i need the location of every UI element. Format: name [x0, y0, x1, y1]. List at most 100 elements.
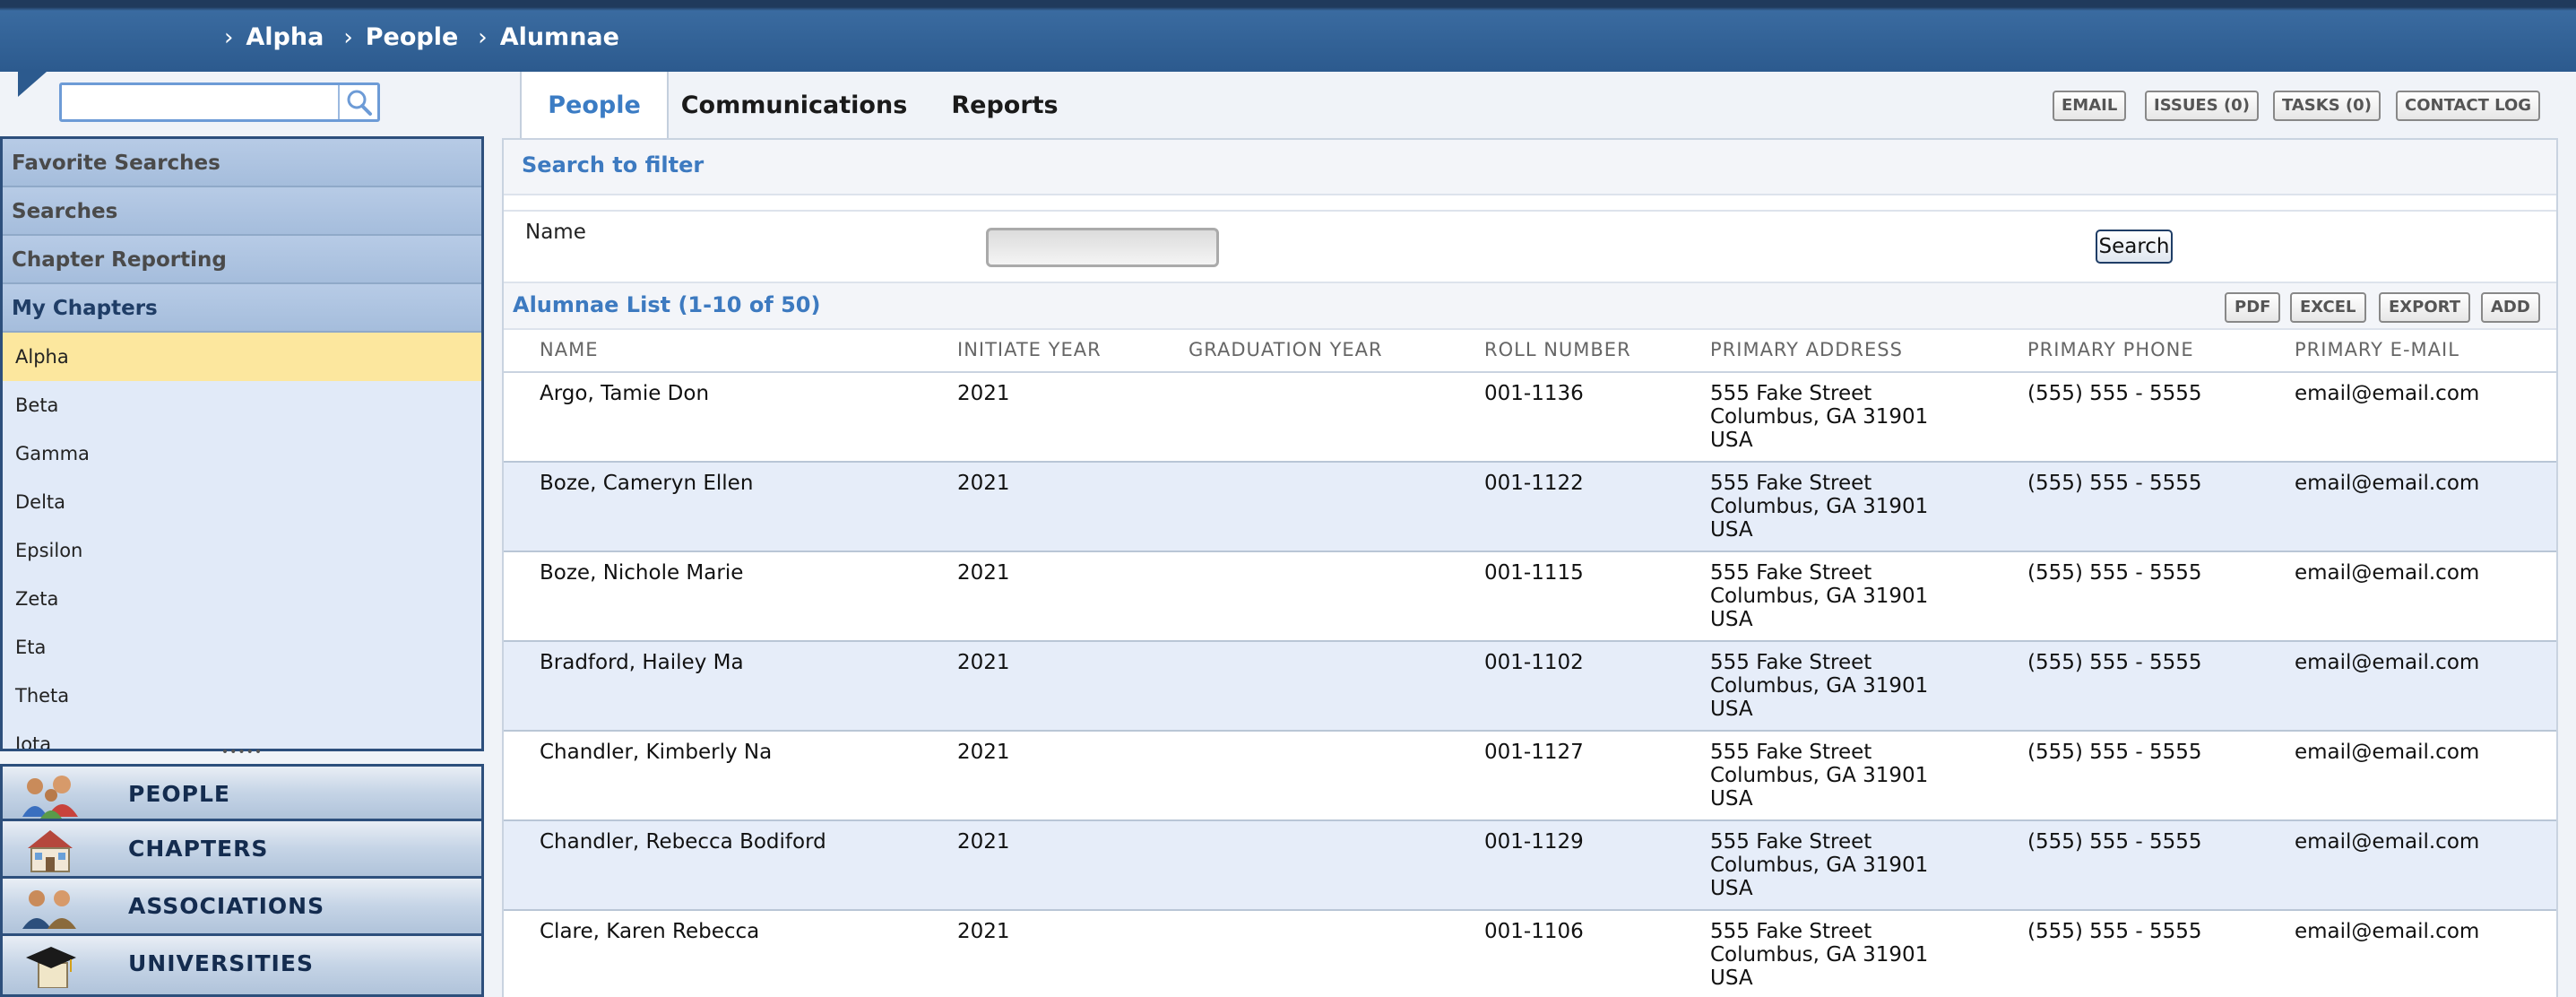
sidebar-search-button[interactable]	[338, 85, 377, 119]
cell-name[interactable]: Argo, Tamie Don	[540, 382, 709, 405]
address-line: 555 Fake Street	[1710, 651, 1872, 674]
col-primary-address[interactable]: PRIMARY ADDRESS	[1710, 339, 1903, 360]
nav-chapters-label: CHAPTERS	[128, 836, 269, 862]
cell-primary-email: email@email.com	[2295, 472, 2480, 495]
tasks-button[interactable]: TASKS (0)	[2273, 91, 2381, 121]
cell-primary-email: email@email.com	[2295, 382, 2480, 405]
cell-name[interactable]: Chandler, Kimberly Na	[540, 741, 772, 764]
address-line: 555 Fake Street	[1710, 920, 1872, 943]
address-line: 555 Fake Street	[1710, 830, 1872, 854]
sidebar-searches[interactable]: Searches	[3, 187, 481, 236]
cell-primary-address: 555 Fake Street Columbus, GA 31901 USA	[1710, 830, 1928, 900]
address-line: Columbus, GA 31901	[1710, 854, 1929, 877]
nav-people[interactable]: PEOPLE	[0, 764, 484, 821]
cell-name[interactable]: Clare, Karen Rebecca	[540, 920, 759, 943]
email-button[interactable]: EMAIL	[2053, 91, 2127, 121]
table-row[interactable]: Argo, Tamie Don 2021 001-1136 555 Fake Stre…	[504, 373, 2556, 463]
cell-name[interactable]: Bradford, Hailey Ma	[540, 651, 744, 674]
cell-initiate-year: 2021	[957, 920, 1010, 943]
cell-primary-address: 555 Fake Street Columbus, GA 31901 USA	[1710, 382, 1928, 452]
cell-primary-phone: (555) 555 - 5555	[2027, 651, 2202, 674]
tab-people[interactable]: People	[520, 72, 669, 140]
table-row[interactable]: Boze, Cameryn Ellen 2021 001-1122 555 Fake …	[504, 463, 2556, 552]
sidebar-item-alpha[interactable]: Alpha	[3, 333, 481, 381]
sidebar-chapter-reporting[interactable]: Chapter Reporting	[3, 236, 481, 284]
address-line: USA	[1710, 787, 1753, 811]
cell-primary-email: email@email.com	[2295, 651, 2480, 674]
chevron-right-icon: ›	[224, 24, 234, 51]
cell-name[interactable]: Boze, Cameryn Ellen	[540, 472, 753, 495]
sidebar-item-eta[interactable]: Eta	[3, 623, 481, 672]
sidebar-search-input[interactable]	[62, 85, 338, 119]
col-primary-phone[interactable]: PRIMARY PHONE	[2027, 339, 2194, 360]
address-line: USA	[1710, 967, 1753, 990]
address-line: 555 Fake Street	[1710, 472, 1872, 495]
nav-universities-label: UNIVERSITIES	[128, 950, 314, 976]
cell-primary-phone: (555) 555 - 5555	[2027, 472, 2202, 495]
table-row[interactable]: Chandler, Rebecca Bodiford 2021 001-1129 55…	[504, 821, 2556, 911]
sidebar-item-epsilon[interactable]: Epsilon	[3, 526, 481, 575]
filter-spacer	[504, 195, 2556, 212]
nav-associations[interactable]: ASSOCIATIONS	[0, 879, 484, 936]
cell-initiate-year: 2021	[957, 741, 1010, 764]
add-button[interactable]: ADD	[2481, 292, 2540, 323]
nav-universities[interactable]: UNIVERSITIES	[0, 936, 484, 997]
sidebar-item-theta[interactable]: Theta	[3, 672, 481, 720]
sidebar-item-delta[interactable]: Delta	[3, 478, 481, 526]
main-content: Search to filter Name Search Alumnae Lis…	[502, 138, 2558, 997]
issues-button[interactable]: ISSUES (0)	[2145, 91, 2259, 121]
cell-name[interactable]: Boze, Nichole Marie	[540, 561, 743, 585]
table-row[interactable]: Chandler, Kimberly Na 2021 001-1127 555 Fak…	[504, 732, 2556, 821]
cell-primary-phone: (555) 555 - 5555	[2027, 830, 2202, 854]
sidebar-item-gamma[interactable]: Gamma	[3, 429, 481, 478]
sidebar-item-zeta[interactable]: Zeta	[3, 575, 481, 623]
name-field[interactable]	[986, 228, 1219, 267]
cell-primary-address: 555 Fake Street Columbus, GA 31901 USA	[1710, 651, 1928, 721]
cell-name[interactable]: Chandler, Rebecca Bodiford	[540, 830, 826, 854]
filter-row: Name Search	[504, 212, 2556, 283]
export-button[interactable]: EXPORT	[2379, 292, 2470, 323]
cell-primary-address: 555 Fake Street Columbus, GA 31901 USA	[1710, 472, 1928, 542]
cell-initiate-year: 2021	[957, 830, 1010, 854]
cell-primary-phone: (555) 555 - 5555	[2027, 920, 2202, 943]
address-line: 555 Fake Street	[1710, 741, 1872, 764]
sidebar-my-chapters[interactable]: My Chapters	[3, 284, 481, 333]
tab-communications[interactable]: Communications	[669, 72, 920, 140]
cell-primary-email: email@email.com	[2295, 920, 2480, 943]
graduation-cap-icon	[26, 947, 76, 988]
col-initiate-year[interactable]: INITIATE YEAR	[957, 339, 1102, 360]
chapter-house-icon	[28, 830, 73, 872]
col-graduation-year[interactable]: GRADUATION YEAR	[1189, 339, 1383, 360]
nav-people-label: PEOPLE	[128, 781, 230, 807]
table-row[interactable]: Bradford, Hailey Ma 2021 001-1102 555 Fake …	[504, 642, 2556, 732]
address-line: 555 Fake Street	[1710, 561, 1872, 585]
breadcrumb: › Alpha › People › Alumnae	[224, 22, 639, 54]
col-primary-email[interactable]: PRIMARY E-MAIL	[2295, 339, 2459, 360]
cell-primary-phone: (555) 555 - 5555	[2027, 561, 2202, 585]
table-row[interactable]: Clare, Karen Rebecca 2021 001-1106 555 Fake…	[504, 911, 2556, 997]
breadcrumb-alumnae: Alumnae	[499, 23, 619, 51]
header-notch	[18, 72, 47, 97]
sidebar-favorite-searches[interactable]: Favorite Searches	[3, 139, 481, 187]
address-line: USA	[1710, 429, 1753, 452]
nav-chapters[interactable]: CHAPTERS	[0, 821, 484, 879]
breadcrumb-alpha[interactable]: Alpha	[246, 22, 324, 54]
col-name[interactable]: NAME	[540, 339, 598, 360]
filter-header: Search to filter	[504, 140, 2556, 195]
col-roll-number[interactable]: ROLL NUMBER	[1484, 339, 1631, 360]
cell-roll-number: 001-1129	[1484, 830, 1584, 854]
sidebar-resize-handle[interactable]: •••••	[0, 746, 484, 762]
contact-log-button[interactable]: CONTACT LOG	[2396, 91, 2541, 121]
breadcrumb-people[interactable]: People	[366, 22, 459, 54]
excel-button[interactable]: EXCEL	[2290, 292, 2366, 323]
cell-roll-number: 001-1136	[1484, 382, 1584, 405]
filter-title[interactable]: Search to filter	[522, 152, 704, 178]
sidebar: Favorite Searches Searches Chapter Repor…	[0, 136, 484, 751]
sidebar-item-beta[interactable]: Beta	[3, 381, 481, 429]
tab-reports[interactable]: Reports	[920, 72, 1090, 140]
table-row[interactable]: Boze, Nichole Marie 2021 001-1115 555 Fake …	[504, 552, 2556, 642]
search-button[interactable]: Search	[2096, 230, 2173, 264]
pdf-button[interactable]: PDF	[2225, 292, 2281, 323]
address-line: USA	[1710, 518, 1753, 542]
chevron-right-icon: ›	[343, 24, 353, 51]
